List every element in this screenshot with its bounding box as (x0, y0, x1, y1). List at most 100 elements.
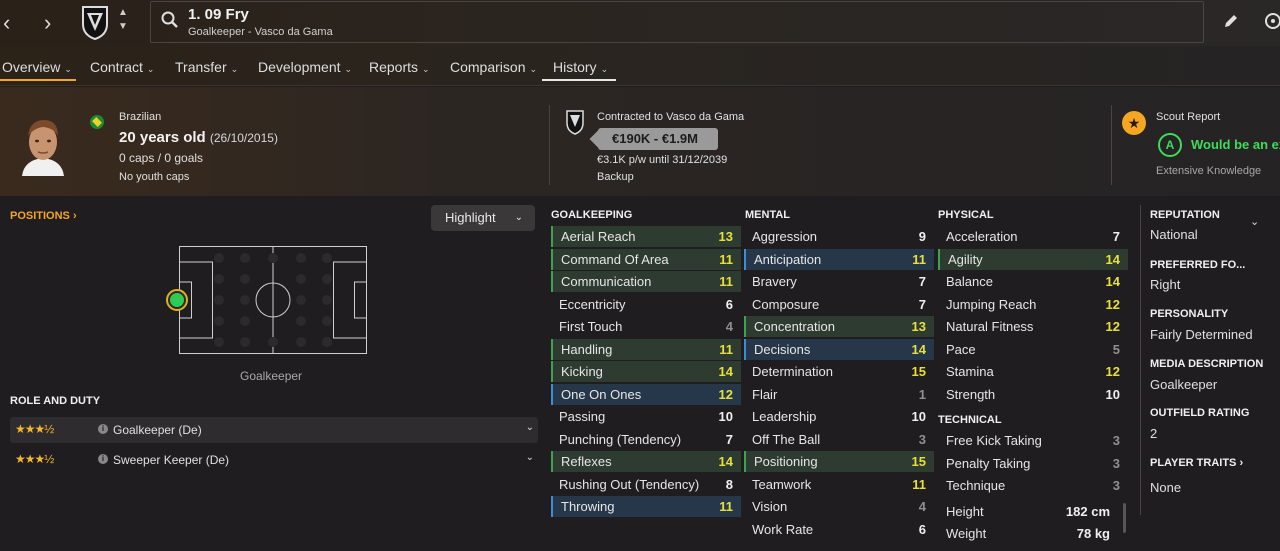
media-description-value: Goalkeeper (1150, 377, 1218, 392)
position-name: Goalkeeper (240, 369, 303, 383)
player-search-box[interactable]: 1. 09 Fry Goalkeeper - Vasco da Gama (150, 1, 1204, 43)
tab-development[interactable]: Development ⌄ (258, 59, 352, 75)
scout-report-title[interactable]: Scout Report (1156, 111, 1220, 123)
attribute-row: Concentration 13 (744, 316, 934, 337)
player-name: 1. 09 Fry (188, 6, 249, 23)
media-description-label: MEDIA DESCRIPTION (1150, 358, 1264, 370)
attribute-value: 4 (918, 499, 926, 514)
tab-overview[interactable]: Overview ⌄ (2, 59, 72, 75)
forward-arrow-icon[interactable]: › (44, 10, 51, 36)
network-icon[interactable] (1264, 12, 1280, 30)
info-icon[interactable]: i (98, 424, 108, 434)
tab-reports[interactable]: Reports ⌄ (369, 59, 430, 75)
scout-verdict: Would be an ex (1191, 137, 1280, 152)
attribute-row: Communication 11 (551, 271, 741, 292)
attribute-row: Passing 10 (551, 406, 741, 427)
attribute-name: Concentration (754, 319, 835, 334)
attribute-row: Strength 10 (938, 384, 1128, 405)
attribute-name: Throwing (561, 499, 615, 514)
attribute-row: Positioning 15 (744, 451, 934, 472)
attribute-row: Acceleration 7 (938, 226, 1128, 247)
player-header: Brazilian 20 years old (26/10/2015) 0 ca… (0, 87, 1280, 196)
scrollbar-thumb[interactable] (1123, 503, 1126, 533)
weight-row: Weight 78 kg (938, 523, 1118, 544)
attribute-name: Natural Fitness (946, 319, 1034, 334)
attribute-row: Anticipation 11 (744, 248, 934, 270)
brazil-flag-icon (90, 115, 104, 129)
attribute-name: Pace (946, 341, 976, 357)
attribute-name: Punching (Tendency) (559, 431, 682, 447)
attribute-value: 6 (918, 521, 926, 537)
attribute-name: Free Kick Taking (946, 433, 1042, 448)
role-row[interactable]: ★★★½ i Sweeper Keeper (De) ⌄ (10, 447, 538, 473)
tab-bar: Overview ⌄ Contract ⌄ Transfer ⌄ Developmen… (0, 46, 1280, 86)
attribute-value: 14 (718, 364, 733, 379)
tab-contract[interactable]: Contract ⌄ (90, 59, 154, 75)
player-traits-value: None (1150, 480, 1182, 495)
attribute-value: 11 (719, 251, 733, 267)
role-row[interactable]: ★★★½ i Goalkeeper (De) ⌄ (10, 417, 538, 443)
attribute-name: Handling (561, 341, 613, 357)
attribute-row: First Touch 4 (551, 316, 741, 337)
caps-goals: 0 caps / 0 goals (119, 151, 204, 165)
player-subtitle: Goalkeeper - Vasco da Gama (188, 26, 333, 38)
scout-grade-badge: A (1158, 133, 1182, 157)
attribute-name: Determination (752, 364, 833, 379)
header-divider (549, 105, 550, 185)
scout-knowledge: Extensive Knowledge (1156, 165, 1262, 177)
attribute-name: Technique (946, 478, 1006, 493)
attribute-name: Penalty Taking (946, 455, 1031, 471)
attribute-name: Aerial Reach (561, 229, 636, 244)
info-icon[interactable]: i (98, 454, 108, 464)
attribute-value: 10 (1105, 386, 1120, 402)
back-arrow-icon[interactable]: ‹ (3, 10, 10, 36)
attribute-value: 1 (918, 386, 926, 402)
role-rating-stars: ★★★½ (15, 422, 54, 436)
attribute-name: Acceleration (946, 229, 1018, 244)
mental-title: MENTAL (745, 209, 791, 221)
highlight-label: Highlight (445, 210, 496, 225)
club-crest-icon (82, 6, 108, 40)
scout-star-icon: ★ (1122, 111, 1146, 135)
attribute-value: 3 (1112, 455, 1120, 471)
chevron-down-icon: ⌄ (514, 212, 523, 223)
reputation-value: National (1150, 227, 1198, 242)
active-tab-indicator (0, 79, 76, 81)
highlight-dropdown[interactable]: Highlight ⌄ (431, 205, 535, 231)
attribute-row: Punching (Tendency) 7 (551, 429, 741, 450)
attribute-name: Flair (752, 386, 778, 402)
attribute-name: Reflexes (561, 454, 612, 469)
player-traits-link[interactable]: PLAYER TRAITS › (1150, 457, 1243, 469)
search-icon (161, 11, 178, 28)
chevron-down-icon[interactable]: ⌄ (1250, 215, 1259, 228)
attribute-name: Work Rate (752, 521, 814, 537)
player-switch-arrows-icon[interactable]: ▲ ▼ (116, 6, 130, 34)
chevron-down-icon[interactable]: ⌄ (526, 422, 534, 433)
attribute-value: 11 (719, 274, 733, 289)
tab-history[interactable]: History ⌄ (553, 59, 608, 75)
attribute-name: Jumping Reach (946, 296, 1037, 312)
attribute-name: Kicking (561, 364, 603, 379)
attribute-name: One On Ones (561, 386, 642, 402)
goalkeeping-title: GOALKEEPING (551, 209, 633, 221)
outfield-rating-label: OUTFIELD RATING (1150, 407, 1250, 419)
attribute-name: Anticipation (754, 251, 822, 267)
preferred-foot-label: PREFERRED FO... (1150, 259, 1246, 271)
transfer-value-badge[interactable]: €190K - €1.9M (598, 128, 718, 150)
youth-caps: No youth caps (119, 171, 190, 183)
chevron-down-icon[interactable]: ⌄ (526, 452, 534, 463)
wage-text: €3.1K p/w until 31/12/2039 (597, 154, 728, 166)
attribute-row: Aerial Reach 13 (551, 226, 741, 247)
attribute-row: Composure 7 (744, 294, 934, 315)
attribute-row: Handling 11 (551, 338, 741, 360)
tab-transfer[interactable]: Transfer ⌄ (175, 59, 238, 75)
attribute-name: Positioning (754, 454, 818, 469)
attribute-name: First Touch (559, 319, 623, 334)
attribute-value: 6 (725, 296, 733, 312)
edit-pencil-icon[interactable] (1222, 12, 1240, 30)
tab-comparison[interactable]: Comparison ⌄ (450, 59, 537, 75)
attribute-row: Agility 14 (938, 248, 1128, 270)
attribute-row: Leadership 10 (744, 406, 934, 427)
attribute-value: 12 (1105, 319, 1120, 334)
positions-link[interactable]: POSITIONS › (10, 210, 77, 222)
